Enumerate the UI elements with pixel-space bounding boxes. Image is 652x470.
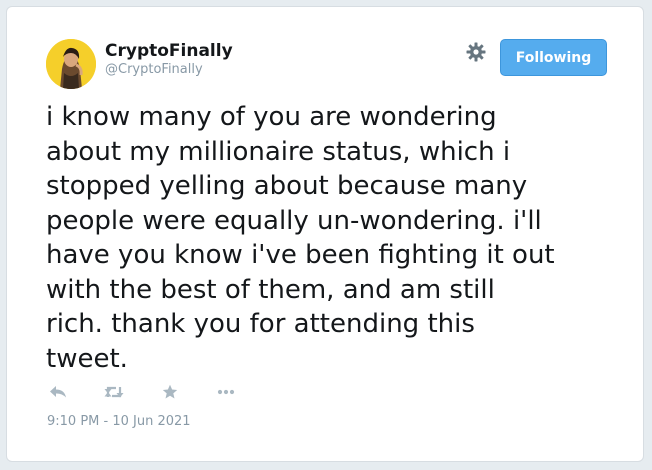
tweet-text: i know many of you are wondering about m…	[46, 102, 555, 374]
tweet-card: CryptoFinally @CryptoFinally Following i…	[6, 6, 644, 462]
avatar[interactable]	[46, 39, 96, 89]
following-button[interactable]: Following	[500, 39, 607, 76]
tweet-timestamp[interactable]: 9:10 PM - 10 Jun 2021	[47, 414, 191, 429]
display-name[interactable]: CryptoFinally	[105, 41, 233, 61]
tweet-actions	[47, 381, 271, 403]
like-star-icon[interactable]	[159, 382, 181, 402]
user-handle[interactable]: @CryptoFinally	[105, 62, 203, 77]
gear-icon[interactable]	[465, 41, 487, 63]
reply-icon[interactable]	[47, 382, 69, 402]
retweet-icon[interactable]	[103, 382, 125, 402]
more-icon[interactable]	[215, 382, 237, 402]
avatar-image	[46, 39, 96, 89]
